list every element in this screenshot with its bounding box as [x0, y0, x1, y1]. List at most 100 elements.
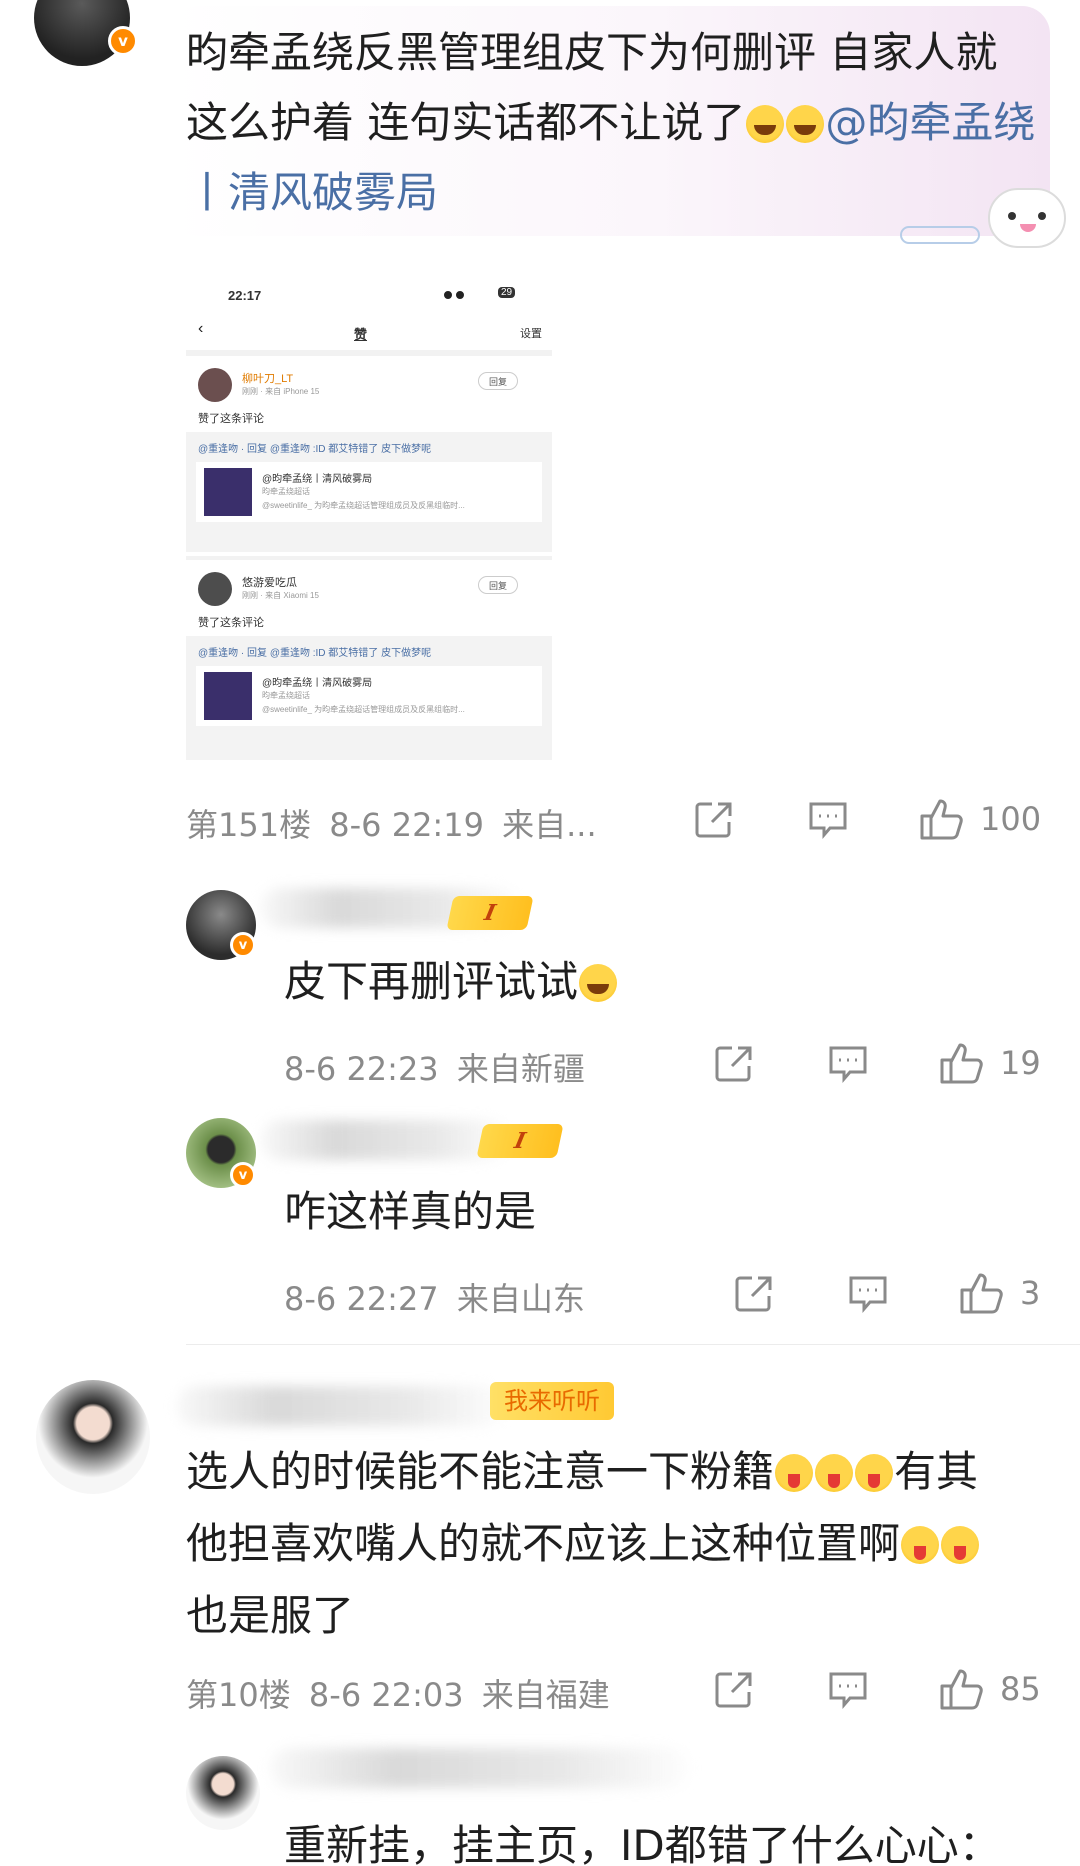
share-icon [715, 1672, 752, 1708]
quote-line: @重逢吻 · 回复 @重逢吻 :ID 都艾特错了 皮下做梦呢 [198, 444, 432, 455]
time-source: 刚刚 · 来自 Xiaomi 15 [242, 591, 319, 600]
thumbs-up-icon [940, 1669, 983, 1710]
embedded-screenshot: 22:17 29 ‹ 赞 设置 柳叶刀_LT 刚刚 · 来自 iPhone 15… [186, 278, 552, 760]
card-title: @昀牵孟绕丨清风破雾局 [262, 678, 373, 689]
weibo-comment-thread: v 昀牵孟绕反黑管理组皮下为何删评 自家人就这么护着 连句实话都不让说了 @昀牵孟… [0, 0, 1080, 1866]
thumbnail-image [204, 468, 252, 516]
comment-text: 选人的时候能不能注意一下粉籍 有其 他担喜欢嘴人的就不应该上这种位置啊 也是服了 [186, 1436, 1066, 1652]
settings-link[interactable]: 设置 [520, 325, 542, 341]
share-button[interactable] [732, 1272, 776, 1316]
comment-line-3: 也是服了 [186, 1591, 355, 1640]
floor-number: 第151楼 [186, 806, 312, 844]
nav-bar: ‹ 赞 设置 [186, 312, 552, 350]
comment-location: 来自福建 [481, 1676, 610, 1714]
laughing-emoji-icon [786, 105, 825, 143]
sticker-decoration [988, 188, 1066, 248]
card-title: @昀牵孟绕丨清风破雾局 [262, 474, 373, 485]
reply-text: 咋这样真的是 [284, 1182, 536, 1242]
reply-text-body: 重新挂，挂主页，ID都错了什么心心： [284, 1821, 1001, 1866]
post-text: 昀牵孟绕反黑管理组皮下为何删评 自家人就这么护着 连句实话都不让说了 @昀牵孟绕丨… [186, 18, 1036, 228]
reply-text-body: 咋这样真的是 [284, 1187, 537, 1236]
status-bar: 22:17 29 [186, 278, 552, 312]
like-button[interactable]: 3 [958, 1270, 1040, 1316]
like-count: 3 [1020, 1274, 1041, 1312]
comment-divider [186, 1344, 1080, 1345]
thumbs-up-icon [920, 799, 963, 840]
card-description: @sweetinlife_ 为昀牵孟绕超话管理组成员及反黑组临时... [262, 501, 465, 510]
reply-datetime: 8-6 22:23 [284, 1050, 439, 1088]
reply-location: 来自新疆 [456, 1050, 585, 1088]
username: 柳叶刀_LT [242, 373, 294, 385]
comment-button[interactable] [846, 1272, 890, 1316]
quote-area: @重逢吻 · 回复 @重逢吻 :ID 都艾特错了 皮下做梦呢 @昀牵孟绕丨清风破… [186, 432, 552, 552]
card-description: @sweetinlife_ 为昀牵孟绕超话管理组成员及反黑组临时... [262, 705, 465, 714]
reply-button[interactable]: 回复 [478, 576, 518, 594]
share-button[interactable] [712, 1042, 756, 1086]
reply-text-body: 皮下再删评试试 [284, 957, 579, 1006]
floor-number: 第10楼 [186, 1676, 291, 1714]
tongue-emoji-icon [775, 1454, 814, 1492]
post-meta: 第151楼 8-6 22:19 来自... [186, 800, 597, 846]
comment-line-2: 他担喜欢嘴人的就不应该上这种位置啊 [186, 1508, 1066, 1580]
like-action-text: 赞了这条评论 [198, 617, 264, 629]
comment-button[interactable] [826, 1668, 870, 1712]
tongue-emoji-icon [815, 1454, 854, 1492]
comment-text-part: 选人的时候能不能注意一下粉籍 [186, 1447, 775, 1496]
like-button[interactable]: 19 [938, 1040, 1041, 1086]
post-datetime: 8-6 22:19 [329, 806, 484, 844]
thumbs-up-icon [960, 1273, 1003, 1314]
comment-icon [809, 802, 847, 840]
like-button[interactable]: 85 [938, 1666, 1041, 1712]
battery-level: 29 [498, 287, 516, 298]
user-avatar[interactable] [186, 1756, 260, 1830]
comment-icon [829, 1046, 867, 1084]
post-location: 来自... [502, 806, 597, 844]
like-notification-2: 悠游爱吃瓜 刚刚 · 来自 Xiaomi 15 回复 赞了这条评论 @重逢吻 ·… [186, 560, 552, 760]
comment-line-1: 选人的时候能不能注意一下粉籍 有其 [186, 1436, 1066, 1508]
like-button[interactable]: 100 [918, 796, 1041, 842]
quote-area: @重逢吻 · 回复 @重逢吻 :ID 都艾特错了 皮下做梦呢 @昀牵孟绕丨清风破… [186, 636, 552, 760]
comment-button[interactable] [826, 1042, 870, 1086]
laughing-emoji-icon [579, 964, 618, 1002]
thumbnail-image [204, 672, 252, 720]
quote-card[interactable]: @昀牵孟绕丨清风破雾局 昀牵孟绕超话 @sweetinlife_ 为昀牵孟绕超话… [196, 666, 542, 726]
verified-badge-icon: v [230, 932, 256, 958]
tongue-emoji-icon [941, 1526, 980, 1564]
verified-badge-icon: v [230, 1162, 256, 1188]
like-notification-1: 柳叶刀_LT 刚刚 · 来自 iPhone 15 回复 赞了这条评论 @重逢吻 … [186, 356, 552, 556]
back-arrow-icon[interactable]: ‹ [198, 320, 203, 338]
thumbs-up-icon [940, 1043, 983, 1084]
comment-text-part: 他担喜欢嘴人的就不应该上这种位置啊 [186, 1519, 901, 1568]
like-count: 100 [980, 800, 1042, 838]
reply-meta: 8-6 22:23 来自新疆 [284, 1044, 585, 1090]
laughing-emoji-icon [746, 105, 785, 143]
nav-title: 赞 [354, 327, 368, 342]
share-icon [695, 802, 732, 838]
comment-meta: 第10楼 8-6 22:03 来自福建 [186, 1670, 610, 1716]
reply-button[interactable]: 回复 [478, 372, 518, 390]
comment-icon [829, 1672, 867, 1710]
comment-button[interactable] [806, 798, 850, 842]
verified-badge-icon: v [108, 26, 138, 56]
share-button[interactable] [712, 1668, 756, 1712]
like-count: 85 [1000, 1670, 1041, 1708]
blurred-username [270, 1748, 690, 1788]
share-icon [735, 1276, 772, 1312]
reply-text: 皮下再删评试试 [284, 952, 618, 1012]
reply-location: 来自山东 [456, 1280, 585, 1318]
reply-meta: 8-6 22:27 来自山东 [284, 1274, 585, 1320]
blurred-username [176, 1386, 506, 1426]
user-avatar[interactable] [36, 1380, 150, 1494]
card-subtitle: 昀牵孟绕超话 [262, 691, 310, 700]
user-avatar [198, 572, 232, 606]
user-tag-badge: 我来听听 [490, 1382, 614, 1420]
quote-card[interactable]: @昀牵孟绕丨清风破雾局 昀牵孟绕超话 @sweetinlife_ 为昀牵孟绕超话… [196, 462, 542, 522]
share-button[interactable] [692, 798, 736, 842]
reply-text: 重新挂，挂主页，ID都错了什么心心： [284, 1816, 1001, 1866]
like-action-text: 赞了这条评论 [198, 413, 264, 425]
blurred-username [260, 1120, 510, 1160]
tongue-emoji-icon [901, 1526, 940, 1564]
quote-line: @重逢吻 · 回复 @重逢吻 :ID 都艾特错了 皮下做梦呢 [198, 648, 432, 659]
comment-datetime: 8-6 22:03 [308, 1676, 464, 1714]
comment-icon [849, 1276, 887, 1314]
